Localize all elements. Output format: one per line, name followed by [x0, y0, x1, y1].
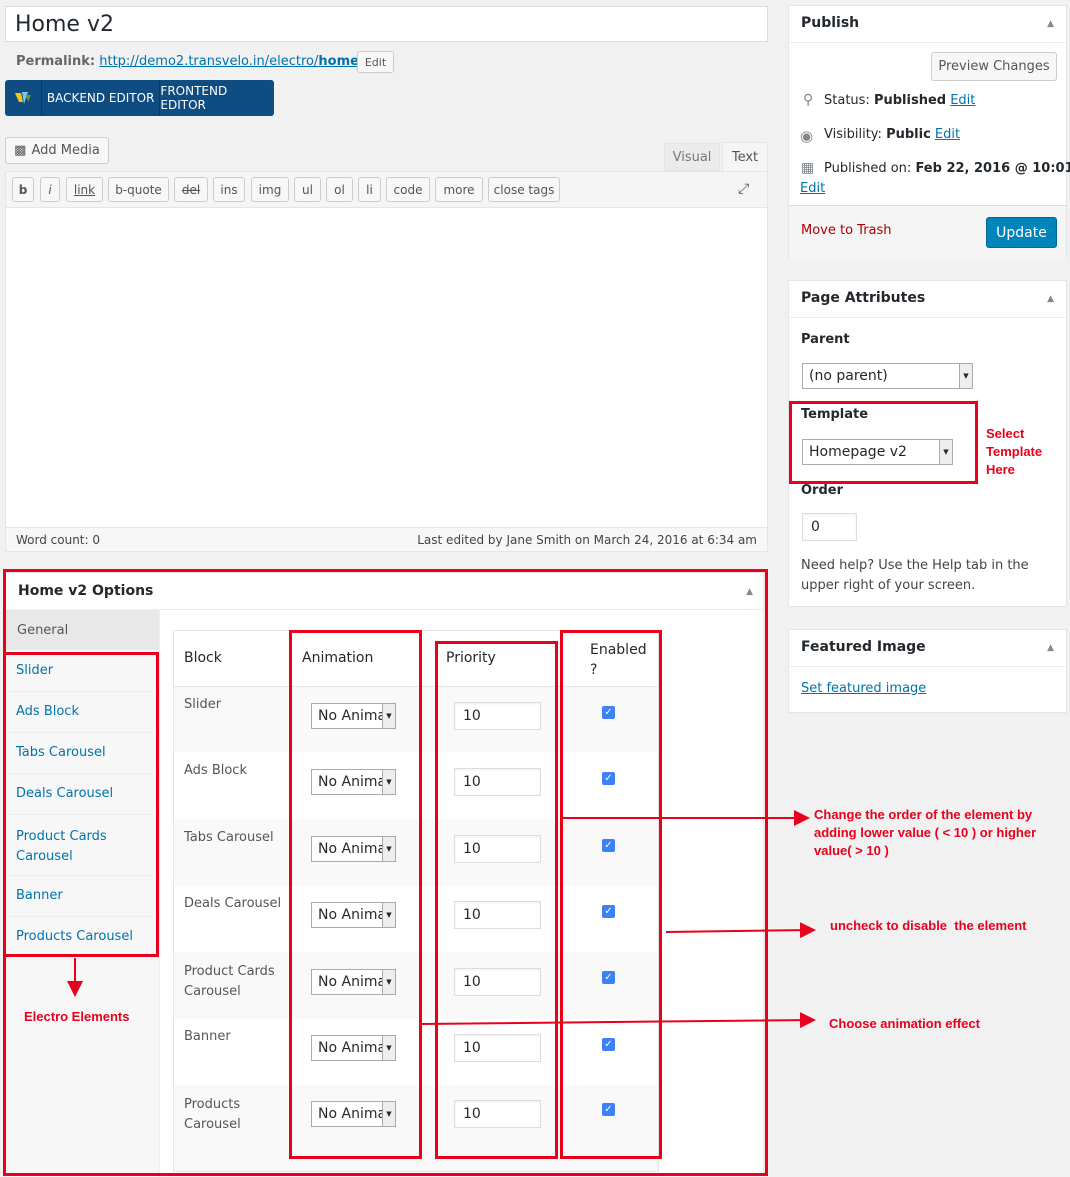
arrow-enable	[665, 922, 816, 939]
annotation-animation: Choose animation effect	[829, 1016, 980, 1031]
annotation-enable: uncheck to disable the element	[830, 918, 1027, 933]
arrow-animation	[419, 1012, 816, 1029]
annotation-arrows	[67, 810, 816, 1029]
annotation-order: Change the order of the element by addin…	[814, 807, 1037, 858]
annotation-elements: Electro Elements	[24, 1009, 130, 1024]
